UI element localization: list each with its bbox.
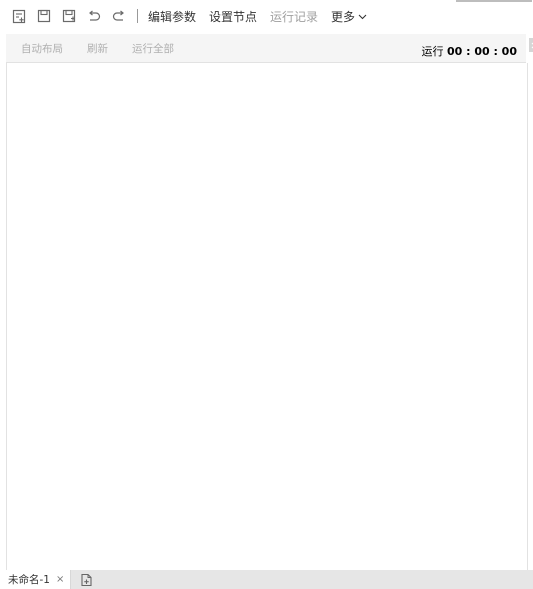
more-label: 更多 [331,9,356,24]
new-tab-icon[interactable] [80,573,93,587]
run-records-button[interactable]: 运行记录 [270,8,318,25]
document-tab-bar: 未命名-1 × [0,570,533,589]
save-as-icon[interactable] [61,8,77,24]
run-all-button[interactable]: 运行全部 [132,41,174,56]
auto-layout-button[interactable]: 自动布局 [21,41,63,56]
canvas-toolbar: 自动布局 刷新 运行全部 运行 00 : 00 : 00 [6,34,526,63]
new-doc-icon[interactable] [11,8,27,24]
run-timer-value: 00 : 00 : 00 [446,45,517,58]
close-tab-icon[interactable]: × [56,574,64,585]
close-panel-icon[interactable] [529,38,533,52]
workflow-canvas[interactable] [6,63,528,570]
more-menu[interactable]: 更多 [331,8,367,25]
tab-untitled-1[interactable]: 未命名-1 × [0,570,72,589]
redo-icon[interactable] [111,8,127,24]
save-icon[interactable] [36,8,52,24]
refresh-button[interactable]: 刷新 [87,41,108,56]
run-timer: 运行 00 : 00 : 00 [421,43,517,59]
edit-params-button[interactable]: 编辑参数 [148,8,196,25]
chevron-down-icon [358,13,367,23]
undo-icon[interactable] [86,8,102,24]
set-nodes-button[interactable]: 设置节点 [209,8,257,25]
run-timer-label: 运行 [421,45,444,58]
tab-label: 未命名-1 [8,574,50,586]
main-toolbar: 编辑参数 设置节点 运行记录 更多 [0,0,533,32]
toolbar-divider [137,9,138,23]
top-edge-line [456,0,532,2]
